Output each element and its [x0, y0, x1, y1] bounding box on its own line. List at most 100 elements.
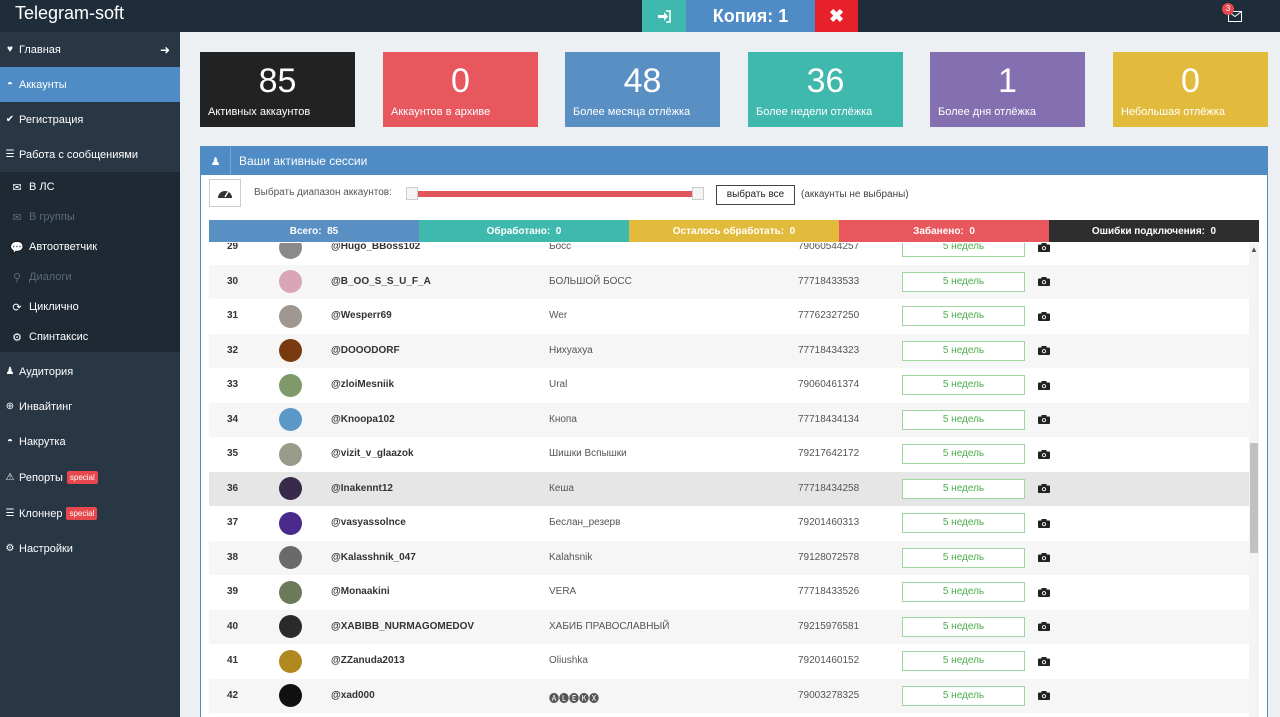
sidebar-item-label: Накрутка	[19, 435, 66, 448]
camera-icon[interactable]	[1038, 311, 1050, 321]
camera-icon[interactable]	[1038, 277, 1050, 287]
sidebar-item-label: Работа с сообщениями	[19, 148, 138, 161]
row-number: 35	[227, 448, 239, 460]
sidebar-subitem-spintax[interactable]: ⚙ Спинтаксис	[0, 322, 180, 352]
display-name: Ural	[549, 379, 568, 391]
sidebar-item-audience[interactable]: ♟ Аудитория	[0, 354, 180, 389]
status-processed: Обработано: 0	[419, 220, 629, 242]
camera-icon[interactable]	[1038, 346, 1050, 356]
arrow-right-icon: ➜	[159, 43, 170, 57]
camera-icon[interactable]	[1038, 587, 1050, 597]
stat-value: 48	[623, 62, 662, 100]
table-row[interactable]: 31 @Wesperr69 Wer 77762327250 5 недель	[209, 299, 1249, 334]
status-bar: Всего: 85 Обработано: 0 Осталось обработ…	[209, 220, 1261, 242]
username: @vasyassolnce	[331, 517, 406, 529]
sidebar-subitem-autoresponder[interactable]: 💬 Автоответчик	[0, 232, 180, 262]
row-number: 37	[227, 517, 239, 529]
stat-archived-accounts[interactable]: 0 Аккаунтов в архиве	[383, 52, 538, 127]
sidebar-item-home[interactable]: ♥ Главная ➜	[0, 32, 180, 67]
table-row[interactable]: 33 @zloiMesniik Ural 79060461374 5 недель	[209, 368, 1249, 403]
selection-note: (аккаунты не выбраны)	[801, 189, 909, 200]
account-range-slider[interactable]	[406, 186, 706, 202]
dashboard-button[interactable]	[209, 179, 241, 207]
avatar	[279, 373, 302, 397]
table-row[interactable]: 42 @xad000 🅐🅛🅔🅚🅧 79003278325 5 недель	[209, 678, 1249, 713]
stat-short-rest[interactable]: 0 Небольшая отлёжка	[1113, 52, 1268, 127]
stat-day-rest[interactable]: 1 Более дня отлёжка	[930, 52, 1085, 127]
camera-icon[interactable]	[1038, 484, 1050, 494]
sidebar-item-label: Настройки	[19, 542, 73, 555]
sidebar-item-inviting[interactable]: ⊕ Инвайтинг	[0, 389, 180, 424]
sidebar-subitem-label: Автоответчик	[29, 241, 98, 253]
sidebar-item-accounts[interactable]: ◓ Аккаунты	[0, 67, 180, 102]
range-label: Выбрать диапазон аккаунтов:	[254, 187, 392, 198]
avatar	[279, 270, 302, 294]
table-row[interactable]: 30 @B_OO_S_S_U_F_A БОЛЬШОЙ БОСС 77718433533…	[209, 264, 1249, 299]
table-row[interactable]: 40 @XABIBB_NURMAGOMEDOV ХАБИБ ПРАВОСЛАВНЫЙ…	[209, 609, 1249, 644]
table-row[interactable]: 37 @vasyassolnce Беслан_резерв 79201460313 5…	[209, 506, 1249, 541]
stat-value: 36	[806, 62, 845, 100]
sidebar-subitem-label: В ЛС	[29, 181, 55, 193]
scrollbar-thumb[interactable]	[1250, 443, 1258, 553]
copy-controls: Копия: 1 ✖	[642, 0, 858, 32]
gear-icon: ⚙	[5, 543, 15, 554]
phone-number: 77718434323	[798, 344, 860, 356]
account-age-badge: 5 недель	[902, 547, 1025, 568]
sidebar-subitem-dialogs[interactable]: ⚲ Диалоги	[0, 262, 180, 292]
stat-month-rest[interactable]: 48 Более месяца отлёжка	[565, 52, 720, 127]
status-value: 85	[327, 225, 339, 237]
account-age-badge: 5 недель	[902, 616, 1025, 637]
row-number: 36	[227, 482, 239, 494]
table-row[interactable]: 39 @Monaakini VERA 77718433526 5 недель	[209, 575, 1249, 610]
stat-week-rest[interactable]: 36 Более недели отлёжка	[748, 52, 903, 127]
sidebar-item-boost[interactable]: ◓ Накрутка	[0, 424, 180, 459]
select-all-button[interactable]: выбрать все	[716, 185, 795, 205]
camera-icon[interactable]	[1038, 380, 1050, 390]
display-name: БОЛЬШОЙ БОСС	[549, 275, 632, 287]
camera-icon[interactable]	[1038, 243, 1050, 252]
sidebar-item-registration[interactable]: ✔ Регистрация	[0, 102, 180, 137]
phone-number: 79128072578	[798, 551, 860, 563]
phone-number: 77718434258	[798, 482, 860, 494]
sidebar-subitem-groups[interactable]: ✉ В группы	[0, 202, 180, 232]
phone-number: 79217642172	[798, 448, 860, 460]
table-row[interactable]: 34 @Knoopa102 Кнопа 77718434134 5 недель	[209, 402, 1249, 437]
camera-icon[interactable]	[1038, 656, 1050, 666]
stat-active-accounts[interactable]: 85 Активных аккаунтов	[200, 52, 355, 127]
stat-value: 1	[998, 62, 1017, 100]
table-row[interactable]: 38 @Kalasshnik_047 Kalahsnik 79128072578 5 н…	[209, 540, 1249, 575]
table-row[interactable]: 29 @Hugo_BBoss102 Босс 79060544257 5 недель	[209, 243, 1249, 265]
table-row[interactable]: 32 @DOOODORF Нихуахуа 77718434323 5 недель	[209, 333, 1249, 368]
table-row[interactable]: 36 @Inakennt12 Кеша 77718434258 5 недель	[209, 471, 1249, 506]
sidebar-item-label: Инвайтинг	[19, 400, 73, 413]
table-row[interactable]: 41 @ZZanuda2013 Oliushka 79201460152 5 недел…	[209, 644, 1249, 679]
sidebar-item-reports[interactable]: ⚠ Репорты special	[0, 460, 180, 495]
camera-icon[interactable]	[1038, 622, 1050, 632]
slider-handle-start[interactable]	[406, 187, 418, 200]
camera-icon[interactable]	[1038, 415, 1050, 425]
sidebar-item-settings[interactable]: ⚙ Настройки	[0, 531, 180, 566]
copy-counter: Копия: 1	[686, 0, 815, 32]
slider-handle-end[interactable]	[692, 187, 704, 200]
sidebar-subitem-direct[interactable]: ✉ В ЛС	[0, 172, 180, 202]
stat-label: Более дня отлёжка	[938, 106, 1037, 118]
scroll-up-icon[interactable]: ▲	[1250, 245, 1258, 254]
sidebar-item-cloner[interactable]: ☰ Клоннер special	[0, 496, 180, 531]
table-row[interactable]: 35 @vizit_v_glaazok Шишки Вспышки 792176421…	[209, 437, 1249, 472]
table-scrollbar[interactable]: ▲	[1249, 243, 1259, 717]
sidebar: ♥ Главная ➜ ◓ Аккаунты ✔ Регистрация ☰ Р…	[0, 32, 180, 717]
sign-in-button[interactable]	[642, 0, 686, 32]
sidebar-subitem-cyclic[interactable]: ⟳ Циклично	[0, 292, 180, 322]
camera-icon[interactable]	[1038, 553, 1050, 563]
camera-icon[interactable]	[1038, 518, 1050, 528]
avatar	[279, 511, 302, 535]
row-number: 39	[227, 586, 239, 598]
sidebar-item-messaging[interactable]: ☰ Работа с сообщениями	[0, 137, 180, 172]
account-age-badge: 5 недель	[902, 271, 1025, 292]
account-age-badge: 5 недель	[902, 340, 1025, 361]
avatar	[279, 442, 302, 466]
messages-button[interactable]: 3	[1222, 3, 1242, 22]
camera-icon[interactable]	[1038, 691, 1050, 701]
close-button[interactable]: ✖	[815, 0, 858, 32]
camera-icon[interactable]	[1038, 449, 1050, 459]
